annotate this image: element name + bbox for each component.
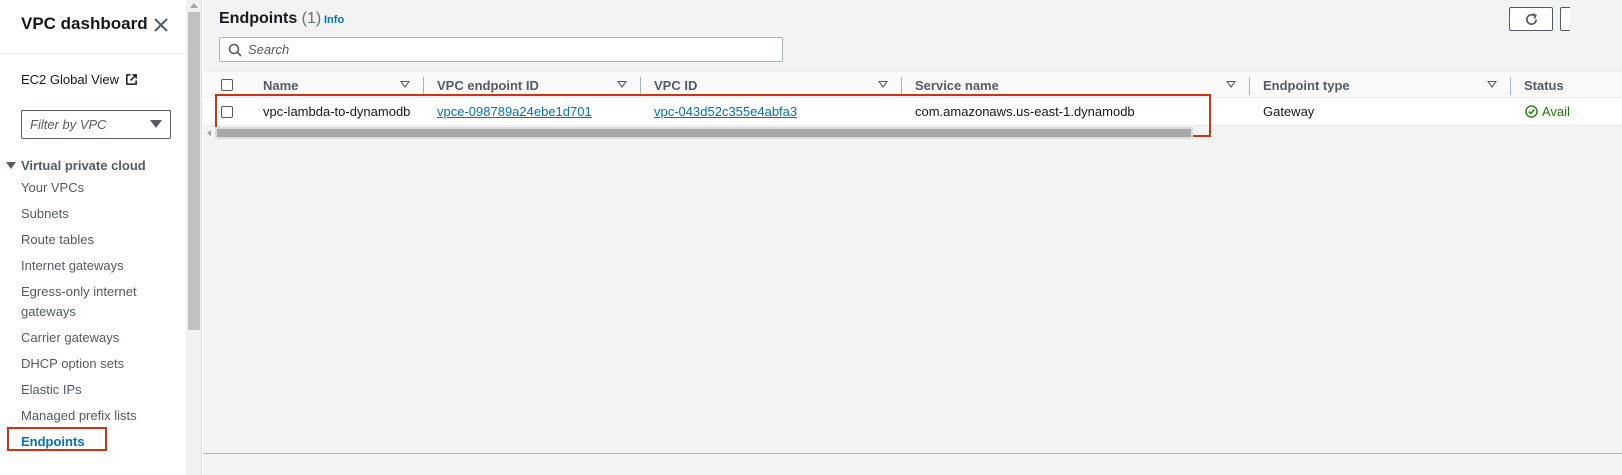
- sidebar-item-elastic-ips[interactable]: Elastic IPs: [21, 380, 82, 400]
- filter-by-vpc-placeholder: Filter by VPC: [30, 117, 107, 132]
- sidebar-divider: [0, 53, 186, 54]
- table-horizontal-scrollbar[interactable]: [215, 127, 1193, 139]
- cell-status: Avail: [1525, 104, 1570, 119]
- scroll-left-arrow-icon[interactable]: [207, 130, 211, 136]
- column-divider[interactable]: [640, 77, 641, 95]
- column-divider[interactable]: [1249, 77, 1250, 95]
- refresh-button[interactable]: [1509, 7, 1553, 31]
- sidebar-item-your-vpcs[interactable]: Your VPCs: [21, 178, 84, 198]
- sidebar-item-route-tables[interactable]: Route tables: [21, 230, 94, 250]
- column-divider[interactable]: [423, 77, 424, 95]
- horizontal-scrollbar-thumb[interactable]: [217, 129, 1191, 137]
- search-input[interactable]: [248, 42, 768, 57]
- column-header-status[interactable]: Status: [1524, 78, 1564, 93]
- endpoint-count: (1): [301, 10, 322, 27]
- scrollbar-thumb[interactable]: [188, 12, 200, 330]
- sidebar-item-dhcp-option-sets[interactable]: DHCP option sets: [21, 354, 124, 374]
- main-content: Endpoints (1) Info Name VPC endpoint ID …: [203, 0, 1622, 475]
- external-link-icon: [126, 74, 137, 85]
- search-icon: [228, 43, 242, 57]
- actions-button[interactable]: [1560, 7, 1570, 31]
- column-header-name[interactable]: Name: [263, 78, 298, 93]
- page-title: Endpoints (1): [219, 10, 321, 28]
- column-header-vpc-endpoint-id[interactable]: VPC endpoint ID: [437, 78, 539, 93]
- sort-vpc-id-icon[interactable]: [878, 81, 888, 88]
- sidebar: VPC dashboard EC2 Global View Filter by …: [0, 0, 190, 475]
- sidebar-item-internet-gateways[interactable]: Internet gateways: [21, 256, 124, 276]
- sort-endpoint-id-icon[interactable]: [617, 81, 627, 88]
- column-divider[interactable]: [1510, 77, 1511, 95]
- ec2-global-view-label: EC2 Global View: [21, 72, 120, 87]
- scroll-up-arrow-icon[interactable]: [190, 3, 198, 8]
- sidebar-title: VPC dashboard: [21, 14, 148, 33]
- collapse-triangle-icon: [6, 162, 16, 169]
- info-link[interactable]: Info: [324, 14, 344, 26]
- select-all-checkbox[interactable]: [221, 79, 233, 91]
- sort-name-icon[interactable]: [400, 81, 410, 88]
- sort-endpoint-type-icon[interactable]: [1487, 81, 1497, 88]
- column-header-vpc-id[interactable]: VPC ID: [654, 78, 697, 93]
- section-label: Virtual private cloud: [21, 158, 146, 173]
- success-check-icon: [1525, 105, 1538, 118]
- sidebar-item-egress-only-internet-gateways[interactable]: Egress-only internet gateways: [21, 282, 151, 322]
- search-field[interactable]: [219, 37, 783, 62]
- sidebar-scrollbar[interactable]: [186, 0, 202, 475]
- column-header-endpoint-type[interactable]: Endpoint type: [1263, 78, 1350, 93]
- close-icon[interactable]: [152, 16, 170, 34]
- column-divider[interactable]: [901, 77, 902, 95]
- caret-down-icon: [150, 120, 162, 128]
- section-virtual-private-cloud[interactable]: Virtual private cloud: [6, 158, 146, 173]
- page-title-text: Endpoints: [219, 10, 298, 27]
- column-header-service-name[interactable]: Service name: [915, 78, 999, 93]
- refresh-icon: [1525, 12, 1537, 25]
- sidebar-item-subnets[interactable]: Subnets: [21, 204, 69, 224]
- ec2-global-view-link[interactable]: EC2 Global View: [21, 72, 138, 87]
- sidebar-item-managed-prefix-lists[interactable]: Managed prefix lists: [21, 406, 137, 426]
- sidebar-item-carrier-gateways[interactable]: Carrier gateways: [21, 328, 119, 348]
- cell-endpoint-type: Gateway: [1263, 104, 1315, 119]
- bottom-divider: [203, 453, 1622, 454]
- status-text: Avail: [1542, 104, 1570, 119]
- sort-service-name-icon[interactable]: [1226, 81, 1236, 88]
- endpoints-highlight-box: [7, 427, 107, 451]
- filter-by-vpc-select[interactable]: Filter by VPC: [21, 110, 171, 139]
